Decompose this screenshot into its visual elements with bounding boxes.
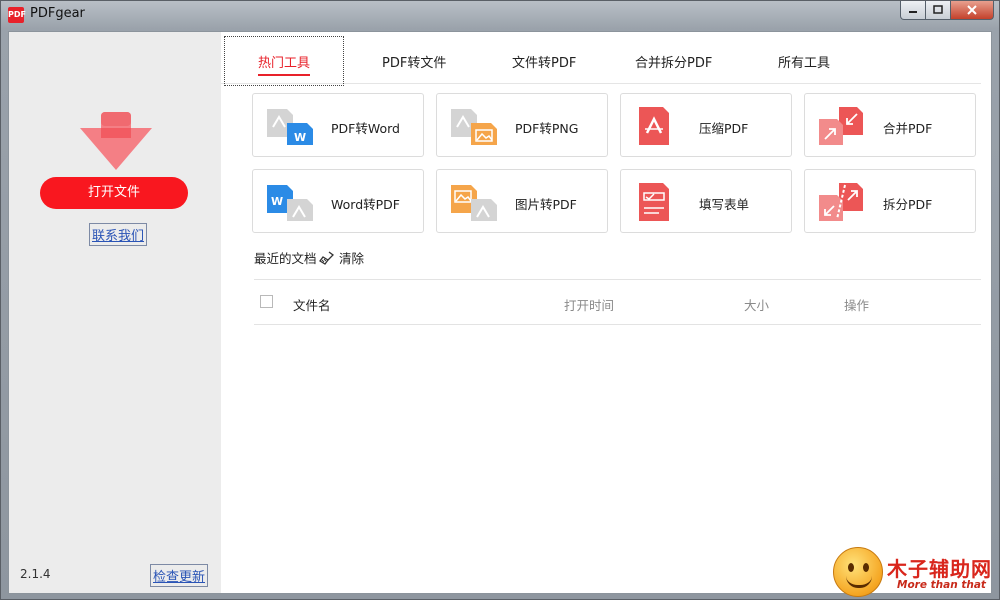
- merge-pdf-icon: [819, 107, 863, 145]
- image-to-pdf-icon: [451, 185, 497, 221]
- tool-label: 图片转PDF: [515, 197, 577, 212]
- tool-grid: W PDF转Word PDF转PNG 压缩PDF 合并PDF W Word转PD…: [252, 93, 982, 237]
- tab-merge-split-pdf[interactable]: 合并拆分PDF: [635, 52, 712, 71]
- active-tab-underline: [258, 74, 311, 76]
- tool-label: 填写表单: [699, 197, 750, 212]
- svg-text:W: W: [294, 131, 306, 144]
- tab-all-tools[interactable]: 所有工具: [778, 52, 830, 71]
- main-panel: 热门工具 PDF转文件 文件转PDF 合并拆分PDF 所有工具 W PDF转Wo…: [221, 32, 991, 593]
- word-to-pdf-icon: W: [267, 185, 313, 221]
- recent-table-header: 文件名 打开时间 大小 操作: [254, 279, 981, 325]
- check-update-link[interactable]: 检查更新: [150, 564, 209, 587]
- recent-documents-title: 最近的文档: [254, 251, 317, 266]
- site-watermark: 木子辅助网 More than that: [833, 547, 998, 599]
- tool-pdf-to-word[interactable]: W PDF转Word: [252, 93, 424, 157]
- window-title: PDFgear: [30, 6, 85, 21]
- column-open-time[interactable]: 打开时间: [564, 295, 614, 314]
- pdf-to-word-icon: W: [267, 109, 313, 145]
- tool-label: 合并PDF: [883, 121, 933, 136]
- tab-file-to-pdf[interactable]: 文件转PDF: [512, 52, 576, 71]
- tab-label: 热门工具: [258, 56, 311, 71]
- select-all-checkbox[interactable]: [260, 295, 273, 308]
- pdf-to-png-icon: [451, 109, 497, 145]
- window-controls: [900, 1, 994, 20]
- drop-file-arrow-icon[interactable]: [80, 112, 152, 170]
- column-operations: 操作: [844, 298, 870, 313]
- tool-label: 拆分PDF: [883, 197, 933, 212]
- tool-label: PDF转Word: [331, 121, 400, 136]
- broom-icon: [319, 250, 334, 265]
- client-area: 打开文件 联系我们 2.1.4 检查更新 热门工具 PDF转文件 文件转PDF …: [8, 31, 992, 594]
- clear-label: 清除: [339, 251, 365, 266]
- tool-label: 压缩PDF: [699, 121, 749, 136]
- tool-fill-form[interactable]: 填写表单: [620, 169, 792, 233]
- tool-merge-pdf[interactable]: 合并PDF: [804, 93, 976, 157]
- tab-bar: 热门工具 PDF转文件 文件转PDF 合并拆分PDF 所有工具: [221, 32, 981, 86]
- watermark-subtext: More than that: [897, 579, 986, 591]
- column-file-name[interactable]: 文件名: [293, 295, 331, 314]
- svg-text:W: W: [271, 195, 283, 208]
- sidebar: 打开文件 联系我们 2.1.4 检查更新: [9, 32, 221, 593]
- app-logo-icon: PDF: [8, 7, 26, 23]
- watermark-text: 木子辅助网: [887, 557, 992, 581]
- maximize-button[interactable]: [925, 1, 951, 20]
- tool-word-to-pdf[interactable]: W Word转PDF: [252, 169, 424, 233]
- smiley-eye: [848, 563, 854, 572]
- split-pdf-icon: [819, 183, 863, 221]
- contact-us-link[interactable]: 联系我们: [89, 223, 148, 246]
- open-file-button[interactable]: 打开文件: [40, 177, 188, 209]
- tool-label: PDF转PNG: [515, 121, 579, 136]
- tool-pdf-to-png[interactable]: PDF转PNG: [436, 93, 608, 157]
- clear-recent-button[interactable]: 清除: [319, 248, 364, 267]
- tool-split-pdf[interactable]: 拆分PDF: [804, 169, 976, 233]
- tool-label: Word转PDF: [331, 197, 400, 212]
- tab-pdf-to-file[interactable]: PDF转文件: [382, 52, 446, 71]
- column-size[interactable]: 大小: [744, 295, 769, 314]
- smiley-eye: [863, 563, 869, 572]
- tab-hot-tools[interactable]: 热门工具: [258, 52, 311, 76]
- title-bar[interactable]: PDF PDFgear: [1, 1, 999, 29]
- close-icon: [967, 5, 977, 15]
- compress-pdf-icon: [639, 107, 669, 145]
- smiley-mouth: [846, 576, 872, 588]
- fill-form-icon: [639, 183, 669, 221]
- app-window: PDF PDFgear 打开文件 联系我们 2.1.4 检查更新 热门工具 PD…: [0, 0, 1000, 600]
- minimize-icon: [909, 11, 917, 13]
- smiley-face-icon: [833, 547, 883, 597]
- version-label: 2.1.4: [20, 567, 51, 581]
- minimize-button[interactable]: [900, 1, 926, 20]
- maximize-icon: [933, 5, 943, 14]
- tool-compress-pdf[interactable]: 压缩PDF: [620, 93, 792, 157]
- close-button[interactable]: [950, 1, 994, 20]
- tool-image-to-pdf[interactable]: 图片转PDF: [436, 169, 608, 233]
